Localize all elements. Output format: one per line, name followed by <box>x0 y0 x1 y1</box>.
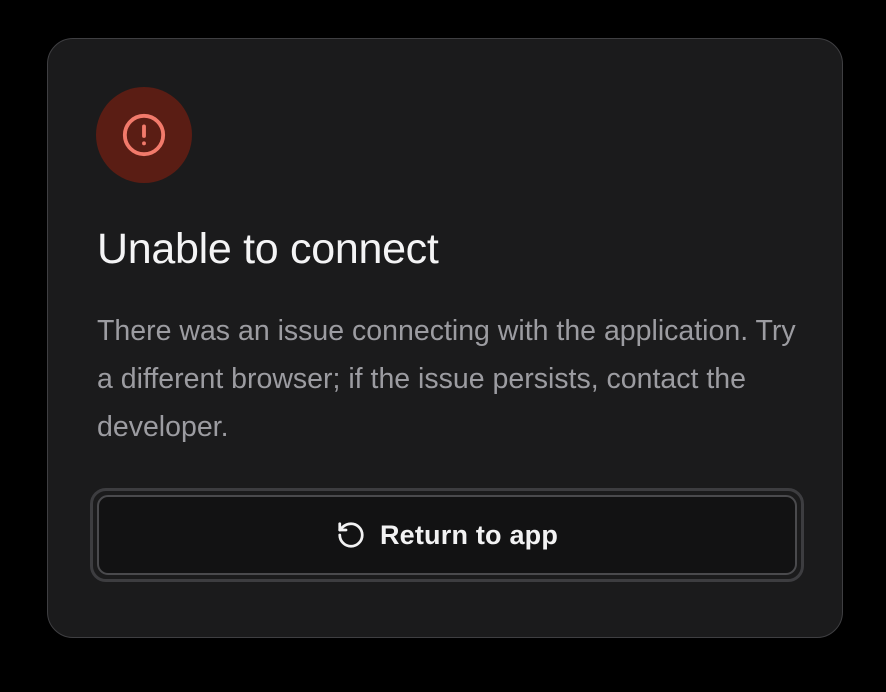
dialog-description: There was an issue connecting with the a… <box>97 315 796 443</box>
dialog-title: Unable to connect <box>97 225 439 273</box>
alert-circle-icon <box>121 112 167 158</box>
return-button-surface[interactable]: Return to app <box>97 495 797 575</box>
return-button-label: Return to app <box>379 519 559 550</box>
refresh-ccw-icon <box>336 520 366 550</box>
return-to-app-button[interactable]: Return to app <box>90 488 804 582</box>
error-dialog: Unable to connect There was an issue con… <box>47 38 843 638</box>
alert-badge <box>96 87 192 183</box>
